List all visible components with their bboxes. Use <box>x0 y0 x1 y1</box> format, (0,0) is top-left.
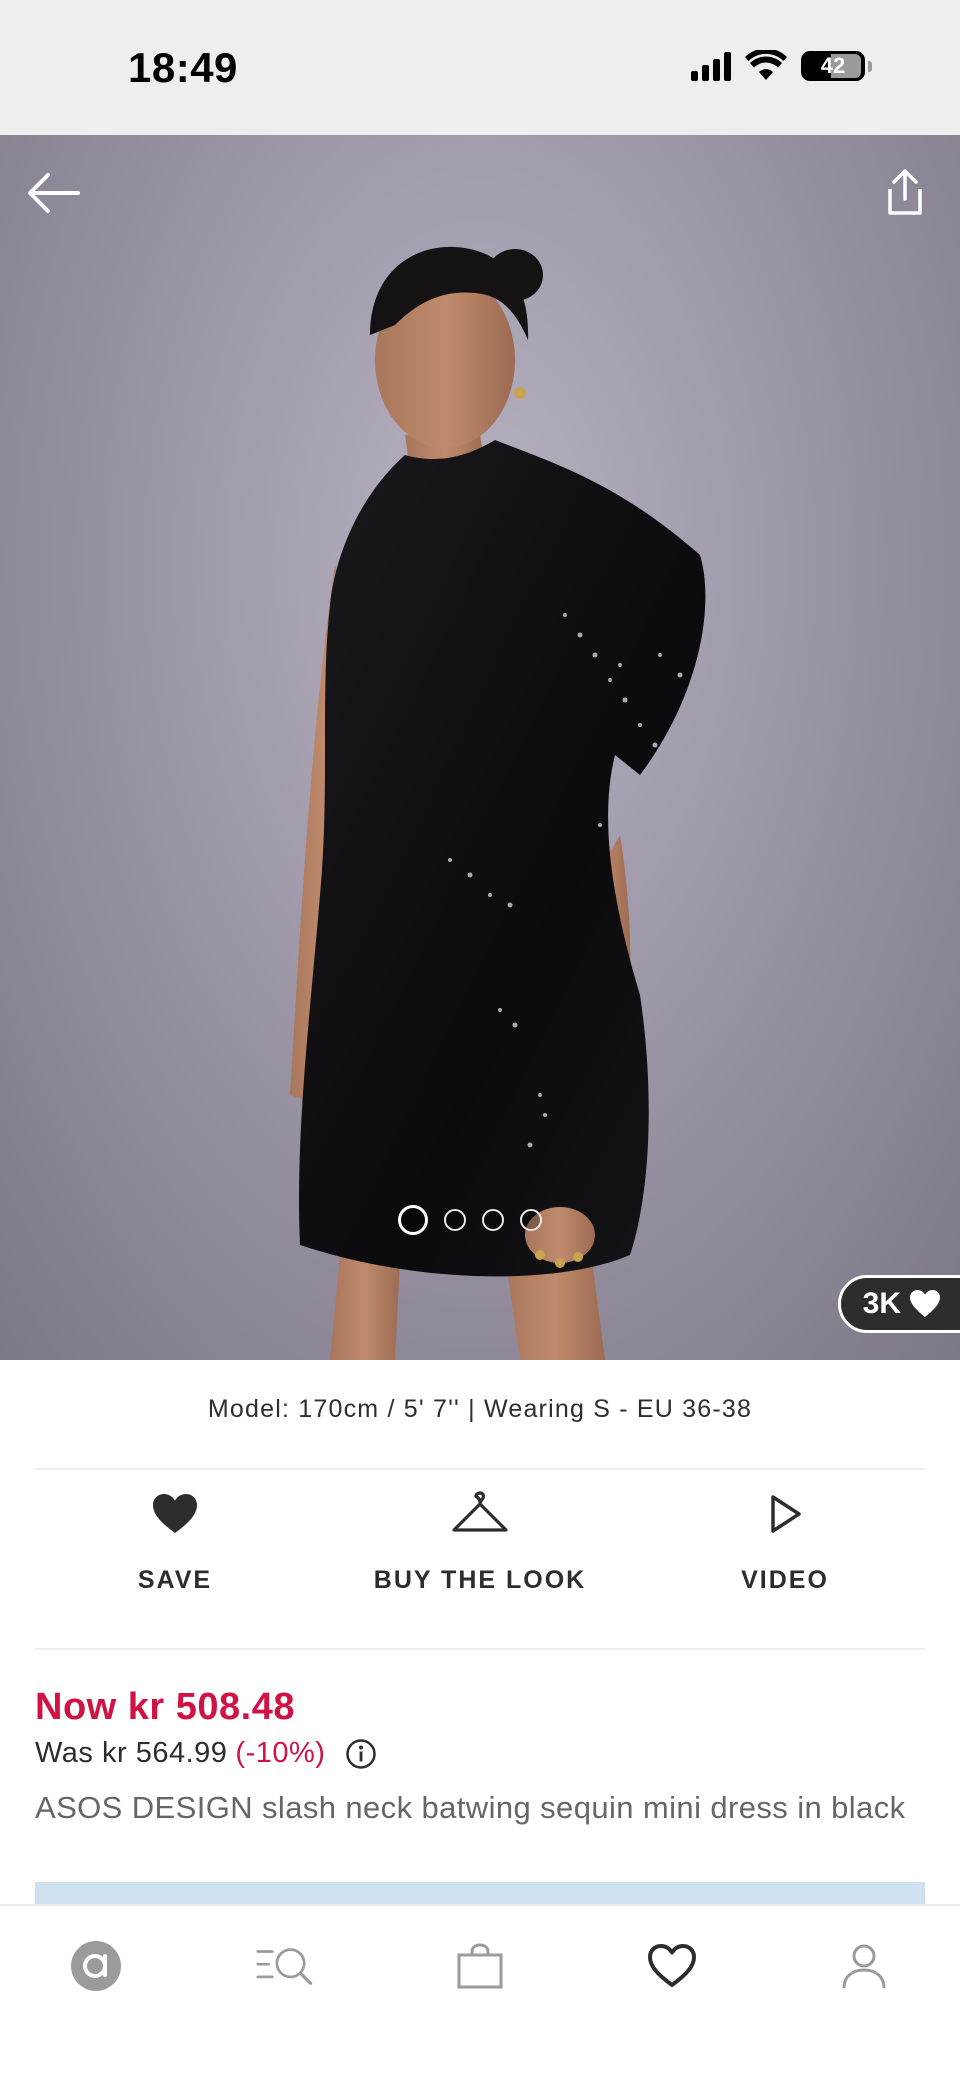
heart-filled-icon <box>153 1494 197 1533</box>
back-arrow-icon[interactable] <box>26 171 80 215</box>
info-icon[interactable] <box>345 1738 377 1770</box>
nav-bag[interactable] <box>450 1936 510 1996</box>
cellular-signal-icon <box>691 51 731 81</box>
product-photo <box>290 246 706 1360</box>
discount-percent: (-10%) <box>235 1737 326 1769</box>
search-icon <box>256 1948 313 1985</box>
price-now: Now kr 508.48 <box>35 1686 295 1728</box>
nav-account[interactable] <box>834 1936 894 1996</box>
wifi-icon <box>745 50 787 80</box>
info-banner <box>35 1882 925 1904</box>
price-was-row: Was kr 564.99 (-10%) <box>35 1737 377 1770</box>
model-info: Model: 170cm / 5' 7'' | Wearing S - EU 3… <box>207 1395 753 1423</box>
likes-badge[interactable]: 3K <box>837 1275 960 1333</box>
battery-level: 42 <box>820 53 846 78</box>
price-was: Was kr 564.99 <box>35 1737 228 1769</box>
carousel-dot-3[interactable] <box>482 1209 504 1231</box>
status-bar: 18:49 42 <box>0 0 960 135</box>
account-icon <box>842 1944 886 1989</box>
heart-outline-icon <box>648 1944 696 1987</box>
bottom-navigation <box>0 1904 960 2086</box>
carousel-dot-2[interactable] <box>444 1209 466 1231</box>
action-row: SAVE BUY THE LOOK VIDEO <box>35 1490 925 1595</box>
carousel-dot-1[interactable] <box>398 1205 428 1235</box>
heart-filled-icon <box>910 1290 940 1317</box>
buy-the-look-label: BUY THE LOOK <box>373 1566 587 1594</box>
divider <box>35 1648 925 1650</box>
video-button[interactable]: VIDEO <box>645 1490 925 1595</box>
play-icon <box>771 1495 801 1533</box>
product-image-carousel[interactable]: 3K <box>0 135 960 1360</box>
bag-icon <box>457 1943 503 1989</box>
carousel-indicator <box>398 1205 542 1235</box>
divider <box>35 1468 925 1470</box>
likes-count: 3K <box>862 1287 901 1320</box>
video-label: VIDEO <box>741 1566 829 1594</box>
battery-icon: 42 <box>801 51 872 81</box>
status-icons: 42 <box>691 50 872 82</box>
nav-search[interactable] <box>256 1936 316 1996</box>
carousel-dot-4[interactable] <box>520 1209 542 1231</box>
share-icon[interactable] <box>882 165 928 219</box>
save-label: SAVE <box>137 1566 213 1594</box>
status-time: 18:49 <box>128 44 238 91</box>
save-button[interactable]: SAVE <box>35 1490 315 1595</box>
nav-home[interactable] <box>66 1936 126 1996</box>
hanger-icon <box>452 1491 508 1532</box>
nav-saved[interactable] <box>642 1936 702 1996</box>
buy-the-look-button[interactable]: BUY THE LOOK <box>340 1490 620 1595</box>
product-name: ASOS DESIGN slash neck batwing sequin mi… <box>35 1790 906 1825</box>
asos-logo-icon <box>71 1941 121 1991</box>
